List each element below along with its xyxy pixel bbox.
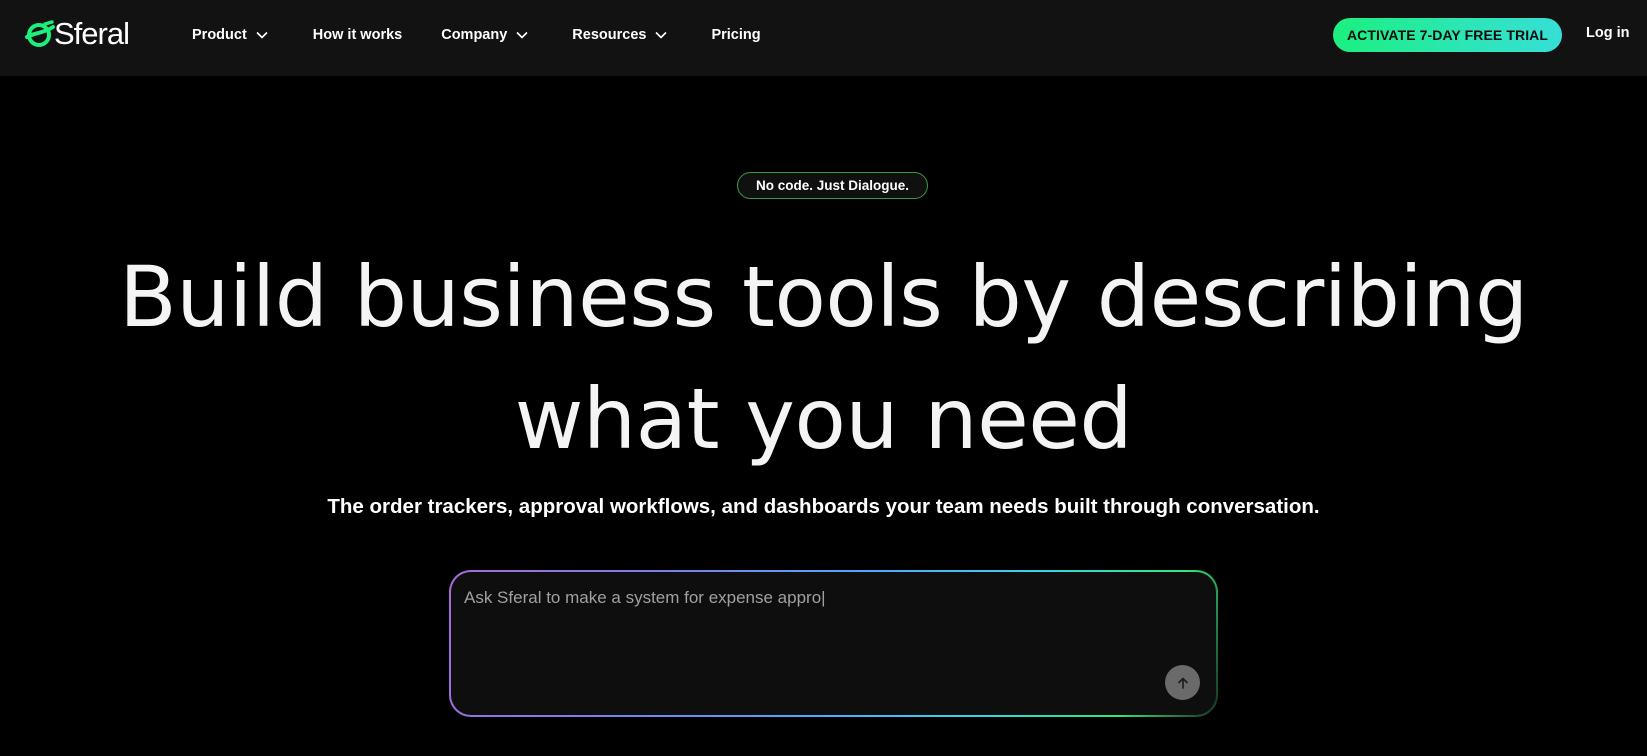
hero-headline-line-2: what you need [514, 370, 1133, 468]
send-button[interactable] [1165, 665, 1200, 700]
chevron-down-icon [516, 31, 528, 39]
sferal-logo-icon [25, 20, 55, 47]
nav-item-product[interactable]: Product [192, 27, 269, 43]
nav-item-pricing[interactable]: Pricing [711, 27, 760, 43]
nav-item-company[interactable]: Company [441, 27, 529, 43]
nav-item-label: Product [192, 27, 247, 43]
logo-text: Sferal [54, 16, 130, 51]
hero-headline-line-1: Build business tools by describing [119, 248, 1528, 346]
site-header: Sferal Product How it works Company Reso… [0, 0, 1647, 76]
prompt-input[interactable] [464, 588, 1184, 608]
login-link[interactable]: Log in [1586, 25, 1630, 41]
logo[interactable]: Sferal [24, 14, 130, 54]
chevron-down-icon [256, 31, 268, 39]
main-nav: Product How it works Company Resources P… [192, 0, 761, 70]
nav-item-label: Company [441, 27, 508, 43]
chevron-down-icon [655, 31, 668, 39]
hero-subheadline: The order trackers, approval workflows, … [327, 495, 1320, 518]
nav-item-label: Resources [572, 27, 647, 43]
nav-item-how-it-works[interactable]: How it works [313, 27, 402, 43]
hero-headline: Build business tools by describing what … [0, 236, 1647, 480]
prompt-box [449, 570, 1218, 717]
nav-item-resources[interactable]: Resources [572, 27, 668, 43]
tagline-badge: No code. Just Dialogue. [737, 172, 928, 199]
arrow-up-icon [1177, 677, 1188, 689]
activate-trial-button[interactable]: ACTIVATE 7-DAY FREE TRIAL [1333, 18, 1562, 52]
nav-item-label: Pricing [711, 27, 761, 43]
prompt-box-inner [451, 572, 1216, 715]
nav-item-label: How it works [312, 27, 403, 43]
